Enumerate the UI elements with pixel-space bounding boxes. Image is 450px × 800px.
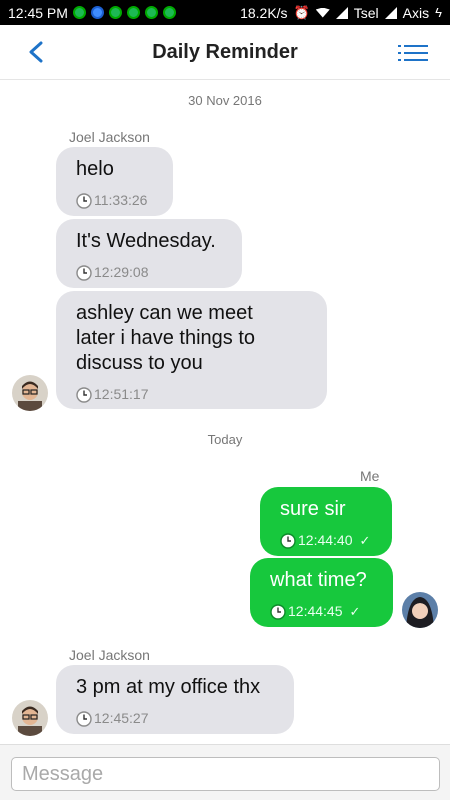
- message-bubble-incoming[interactable]: ashley can we meet later i have things t…: [56, 291, 327, 409]
- message-bubble-incoming[interactable]: It's Wednesday. 12:29:08: [56, 219, 242, 288]
- delivered-check-icon: ✓: [349, 604, 361, 619]
- clock-icon: [76, 710, 92, 727]
- delivered-check-icon: ✓: [359, 533, 371, 548]
- message-time: 12:51:17: [94, 386, 149, 402]
- message-text-line: discuss to you: [76, 352, 203, 374]
- message-time: 12:29:08: [94, 264, 149, 280]
- sender-name: Joel Jackson: [69, 129, 150, 145]
- message-meta: 12:29:08: [76, 260, 222, 285]
- message-bubble-outgoing[interactable]: what time? 12:44:45 ✓: [250, 558, 393, 627]
- message-meta: 12:45:27: [76, 706, 274, 731]
- whatsapp-notification-icon: [108, 6, 122, 19]
- avatar-joel-jackson[interactable]: [12, 700, 48, 736]
- message-time: 12:45:27: [94, 710, 149, 726]
- network-speed: 18.2K/s: [240, 4, 288, 21]
- message-text: sure sir: [280, 498, 346, 520]
- message-notification-icon: [126, 6, 140, 19]
- avatar-me[interactable]: [402, 592, 438, 628]
- notification-icon: [72, 6, 86, 19]
- status-time: 12:45 PM: [8, 4, 68, 21]
- message-text: It's Wednesday.: [76, 230, 216, 252]
- signal-icon: [335, 6, 348, 19]
- message-time: 11:33:26: [94, 192, 148, 208]
- date-separator: Today: [207, 432, 243, 447]
- page-title: Daily Reminder: [152, 40, 298, 63]
- carrier-2: Axis: [402, 4, 430, 21]
- status-bar: 12:45 PM 18.2K/s ⏰ Tsel Axis ϟ: [0, 0, 450, 25]
- shield-notification-icon: [90, 6, 104, 19]
- message-meta: 12:51:17: [76, 382, 307, 407]
- wifi-icon: [315, 7, 330, 18]
- message-meta: 12:44:45 ✓: [270, 599, 373, 624]
- list-menu-icon[interactable]: [398, 43, 428, 63]
- clock-icon: [280, 532, 296, 549]
- signal-icon-2: [384, 6, 397, 19]
- chevron-left-icon[interactable]: [26, 41, 48, 63]
- message-bubble-outgoing[interactable]: sure sir 12:44:40 ✓: [260, 487, 392, 556]
- composer-bar: [0, 744, 450, 800]
- app-header: Daily Reminder: [0, 25, 450, 80]
- sender-name: Joel Jackson: [69, 647, 150, 663]
- whatsapp-notification-icon-2: [144, 6, 158, 19]
- clock-icon: [76, 264, 92, 281]
- message-meta: 11:33:26: [76, 188, 153, 213]
- message-text: helo: [76, 158, 114, 180]
- message-text-line: later i have things to: [76, 327, 255, 349]
- message-meta: 12:44:40 ✓: [280, 528, 372, 553]
- message-time: 12:44:45: [288, 603, 343, 619]
- carrier-1: Tsel: [353, 4, 379, 21]
- message-text: what time?: [270, 569, 367, 591]
- message-input[interactable]: [11, 757, 440, 791]
- date-separator: 30 Nov 2016: [188, 93, 262, 108]
- message-bubble-incoming[interactable]: 3 pm at my office thx 12:45:27: [56, 665, 294, 734]
- message-text-line: ashley can we meet: [76, 302, 253, 324]
- clock-icon: [76, 386, 92, 403]
- message-time: 12:44:40: [298, 532, 353, 548]
- avatar-joel-jackson[interactable]: [12, 375, 48, 411]
- message-bubble-incoming[interactable]: helo 11:33:26: [56, 147, 173, 216]
- clock-icon: [270, 603, 286, 620]
- alarm-icon: ⏰: [293, 4, 310, 20]
- message-notification-icon-2: [162, 6, 176, 19]
- charging-icon: ϟ: [435, 5, 442, 20]
- message-text: 3 pm at my office thx: [76, 676, 261, 698]
- sender-name-me: Me: [360, 468, 380, 484]
- clock-icon: [76, 192, 92, 209]
